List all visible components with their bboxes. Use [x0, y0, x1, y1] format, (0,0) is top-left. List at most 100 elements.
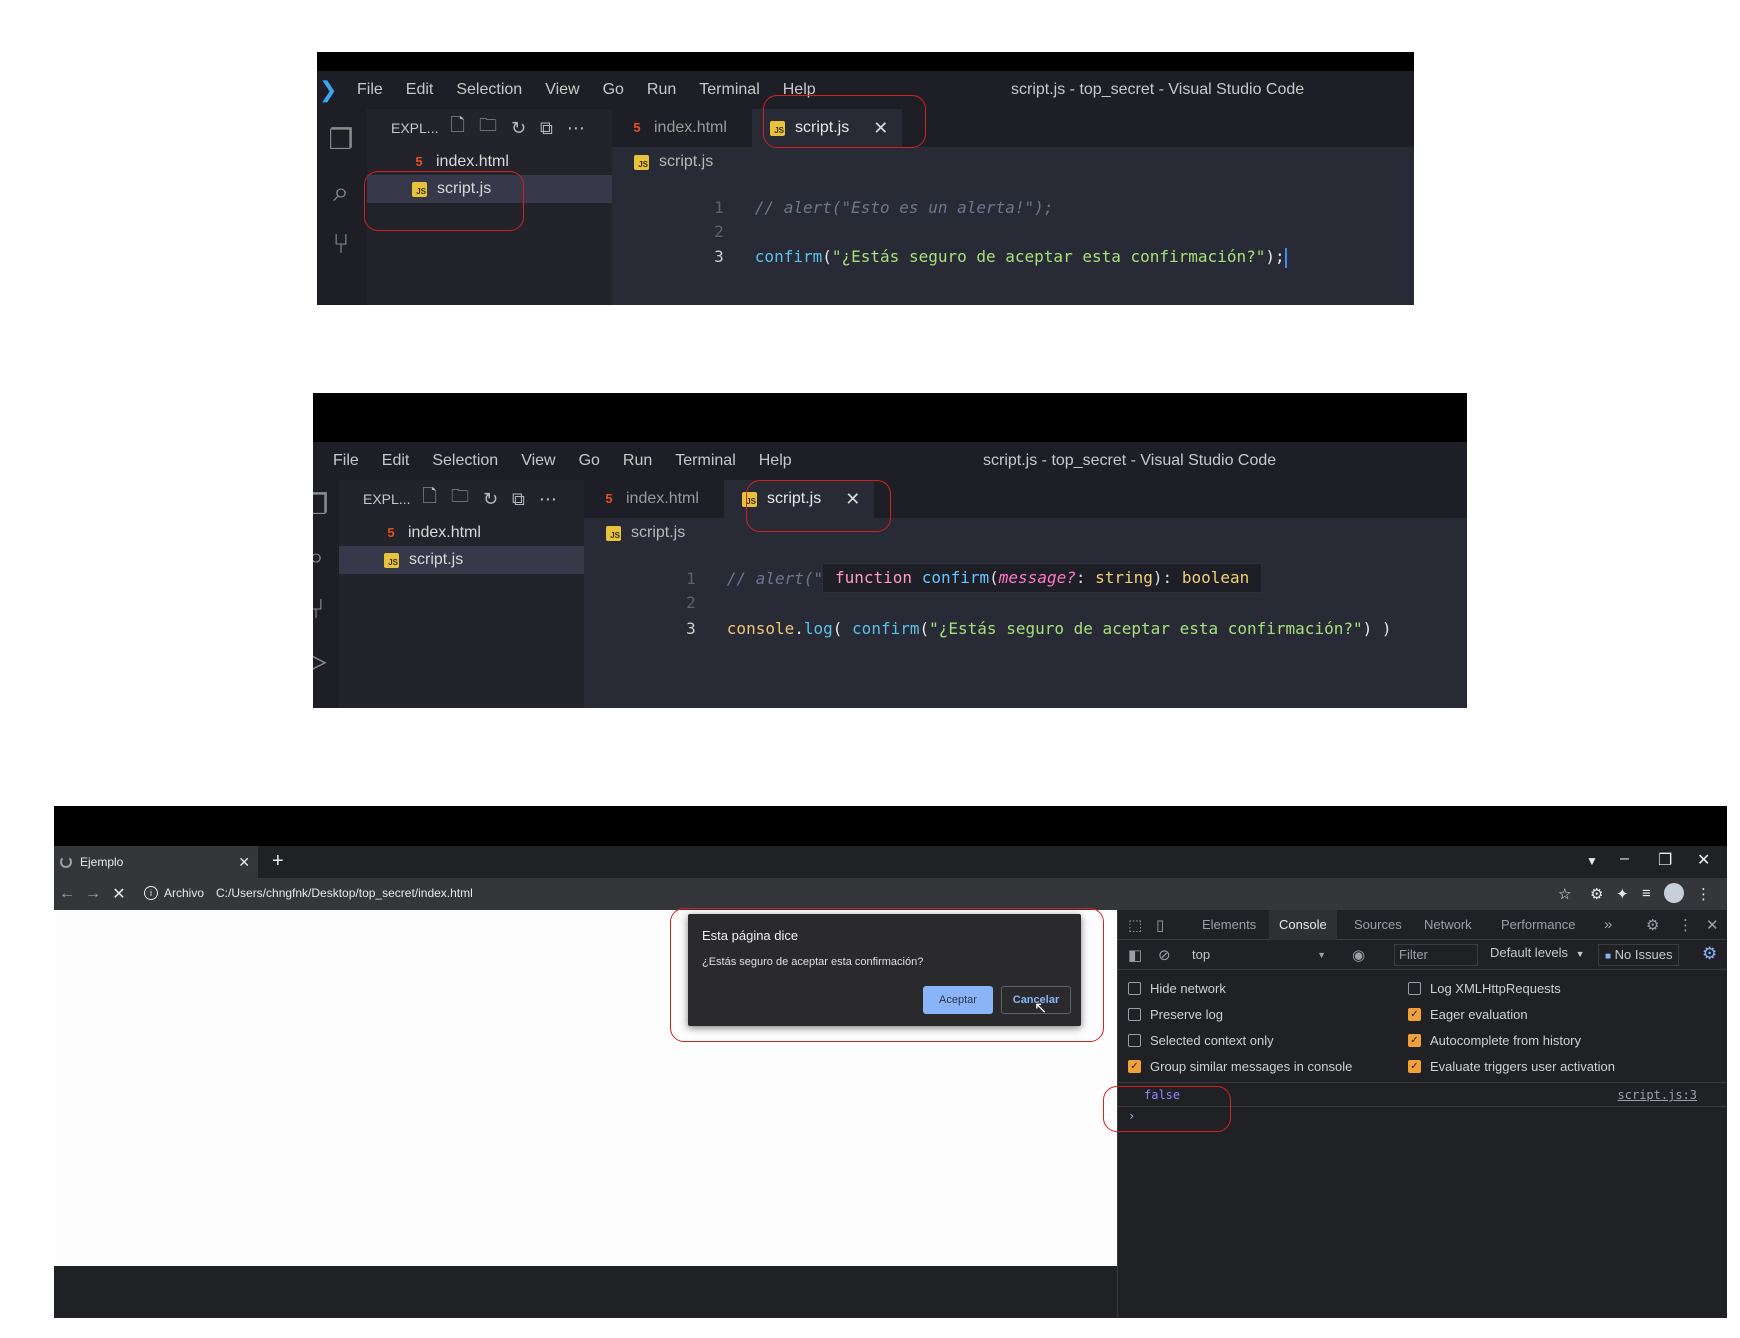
new-file-icon[interactable]: 🗋: [422, 484, 436, 514]
settings-gear-icon[interactable]: ⚙: [1646, 916, 1659, 934]
menu-go[interactable]: Go: [579, 452, 600, 470]
tab-sources[interactable]: Sources: [1344, 910, 1412, 940]
file-script-js[interactable]: JS script.js: [367, 175, 612, 203]
bookmark-star-icon[interactable]: ☆: [1558, 885, 1571, 903]
console-settings-icon[interactable]: ⚙: [1702, 944, 1717, 964]
menu-file[interactable]: File: [333, 452, 359, 470]
file-index-html[interactable]: 5 index.html: [339, 519, 584, 547]
search-icon[interactable]: ⌕: [313, 540, 333, 574]
run-debug-icon[interactable]: ▷: [313, 644, 333, 678]
more-icon[interactable]: ⋯: [539, 489, 557, 510]
window-close-icon[interactable]: ✕: [1697, 850, 1710, 870]
accept-button[interactable]: Aceptar: [923, 986, 993, 1014]
explorer-icon[interactable]: ❐: [324, 123, 358, 157]
tab-index-html[interactable]: 5 index.html: [584, 480, 722, 518]
kebab-menu-icon[interactable]: ⋮: [1678, 916, 1693, 934]
forward-icon[interactable]: →: [80, 885, 106, 903]
option-group-similar[interactable]: ✓ Group similar messages in console: [1128, 1056, 1352, 1076]
tab-script-js[interactable]: JS script.js ✕: [752, 109, 902, 147]
menu-terminal[interactable]: Terminal: [699, 81, 759, 99]
address-bar[interactable]: i Archivo C:/Users/chngfnk/Desktop/top_s…: [138, 880, 1537, 906]
stop-loading-icon[interactable]: ✕: [106, 884, 132, 904]
code-editor[interactable]: JS script.js 1// alert("Esto es un alert…: [612, 147, 1414, 305]
menu-run[interactable]: Run: [647, 81, 676, 99]
option-selected-context[interactable]: Selected context only: [1128, 1030, 1274, 1050]
reading-list-icon[interactable]: ≡: [1642, 885, 1651, 902]
tab-search-icon[interactable]: ▼: [1586, 854, 1598, 868]
live-expression-eye-icon[interactable]: ◉: [1352, 946, 1365, 964]
refresh-icon[interactable]: ↻: [511, 118, 526, 139]
menu-edit[interactable]: Edit: [382, 452, 410, 470]
checkbox-checked[interactable]: ✓: [1408, 1033, 1421, 1047]
file-script-js[interactable]: JS script.js: [339, 546, 584, 574]
info-icon[interactable]: i: [144, 886, 158, 900]
code-editor[interactable]: JS script.js 1// alert("Esto es un alert…: [584, 518, 1467, 708]
close-icon[interactable]: ✕: [238, 854, 250, 871]
new-folder-icon[interactable]: 🗀: [479, 113, 497, 143]
restore-icon[interactable]: ❐: [1658, 850, 1672, 870]
tab-performance[interactable]: Performance: [1491, 910, 1585, 940]
refresh-icon[interactable]: ↻: [483, 489, 498, 510]
sidebar-toggle-icon[interactable]: ◧: [1128, 946, 1142, 964]
menu-help[interactable]: Help: [759, 452, 792, 470]
extension-icon[interactable]: ⚙: [1590, 885, 1603, 903]
menu-help[interactable]: Help: [783, 81, 816, 99]
explorer-icon[interactable]: ❐: [313, 488, 333, 522]
console-prompt-icon[interactable]: ›: [1128, 1109, 1135, 1123]
close-devtools-icon[interactable]: ✕: [1706, 916, 1719, 934]
browser-tab[interactable]: Ejemplo ✕: [54, 846, 258, 878]
search-icon[interactable]: ⌕: [324, 175, 358, 209]
tab-index-html[interactable]: 5 index.html: [612, 109, 750, 147]
back-icon[interactable]: ←: [54, 885, 80, 903]
kebab-menu-icon[interactable]: ⋮: [1696, 885, 1711, 903]
checkbox[interactable]: [1408, 981, 1421, 995]
log-levels-dropdown[interactable]: Default levels ▼: [1490, 945, 1585, 960]
more-icon[interactable]: ⋯: [567, 118, 585, 139]
option-hide-network[interactable]: Hide network: [1128, 978, 1226, 998]
tab-script-js[interactable]: JS script.js ✕: [724, 480, 874, 518]
avatar[interactable]: [1664, 883, 1684, 903]
checkbox-checked[interactable]: ✓: [1408, 1007, 1421, 1021]
option-log-xhr[interactable]: Log XMLHttpRequests: [1408, 978, 1561, 998]
option-eager-eval[interactable]: ✓ Eager evaluation: [1408, 1004, 1528, 1024]
menu-edit[interactable]: Edit: [406, 81, 434, 99]
menu-selection[interactable]: Selection: [456, 81, 522, 99]
new-tab-icon[interactable]: +: [272, 850, 284, 873]
inspect-element-icon[interactable]: ⬚: [1128, 916, 1142, 934]
checkbox-checked[interactable]: ✓: [1408, 1059, 1421, 1073]
file-index-html[interactable]: 5 index.html: [367, 148, 612, 176]
checkbox-checked[interactable]: ✓: [1128, 1059, 1141, 1073]
clear-console-icon[interactable]: ⊘: [1158, 946, 1171, 964]
collapse-icon[interactable]: ⧉: [540, 118, 553, 139]
menu-terminal[interactable]: Terminal: [675, 452, 735, 470]
tab-console[interactable]: Console: [1269, 910, 1337, 940]
log-source-link[interactable]: script.js:3: [1618, 1088, 1697, 1102]
close-icon[interactable]: ✕: [873, 118, 888, 139]
menu-view[interactable]: View: [545, 81, 579, 99]
tab-network[interactable]: Network: [1414, 910, 1482, 940]
issues-button[interactable]: ■ No Issues: [1598, 944, 1680, 966]
source-control-icon[interactable]: ⑂: [324, 227, 358, 261]
more-tabs-icon[interactable]: »: [1604, 916, 1612, 933]
checkbox[interactable]: [1128, 981, 1141, 995]
menu-file[interactable]: File: [357, 81, 383, 99]
collapse-icon[interactable]: ⧉: [512, 489, 525, 510]
menu-go[interactable]: Go: [603, 81, 624, 99]
checkbox[interactable]: [1128, 1033, 1141, 1047]
option-evaluate-triggers[interactable]: ✓ Evaluate triggers user activation: [1408, 1056, 1615, 1076]
context-selector[interactable]: top ▼: [1192, 945, 1332, 965]
menu-selection[interactable]: Selection: [432, 452, 498, 470]
menu-run[interactable]: Run: [623, 452, 652, 470]
filter-input[interactable]: Filter: [1394, 944, 1478, 966]
close-icon[interactable]: ✕: [845, 489, 860, 510]
option-preserve-log[interactable]: Preserve log: [1128, 1004, 1223, 1024]
checkbox[interactable]: [1128, 1007, 1141, 1021]
option-autocomplete[interactable]: ✓ Autocomplete from history: [1408, 1030, 1581, 1050]
menu-view[interactable]: View: [521, 452, 555, 470]
new-file-icon[interactable]: 🗋: [450, 113, 464, 143]
device-toolbar-icon[interactable]: ▯: [1156, 916, 1164, 934]
new-folder-icon[interactable]: 🗀: [451, 484, 469, 514]
minimize-icon[interactable]: –: [1620, 850, 1629, 868]
tab-elements[interactable]: Elements: [1192, 910, 1266, 940]
source-control-icon[interactable]: ⑂: [313, 592, 333, 626]
